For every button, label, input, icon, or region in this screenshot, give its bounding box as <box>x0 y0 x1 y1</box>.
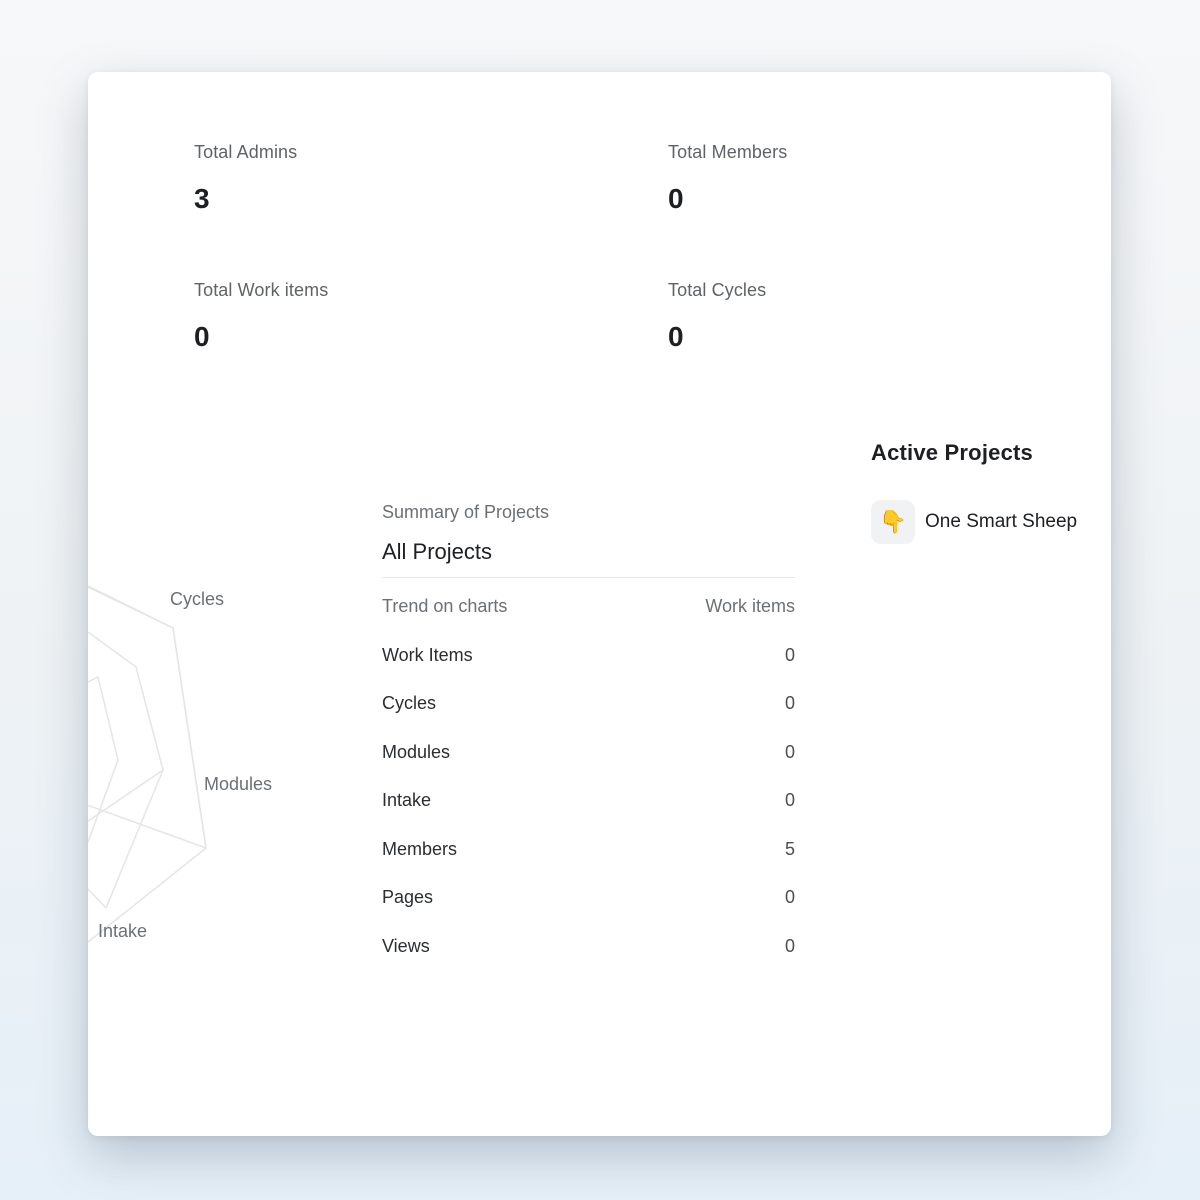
stat-value: 3 <box>194 183 210 214</box>
stat-value: 0 <box>194 321 210 352</box>
summary-row-label: Cycles <box>382 693 437 714</box>
summary-row-value: 0 <box>784 790 795 811</box>
summary-caption: Summary of Projects <box>382 502 550 522</box>
summary-row: Modules 0 <box>382 728 795 777</box>
summary-row-label: Intake <box>382 790 432 811</box>
radar-label-intake: Intake <box>98 921 147 941</box>
summary-header-left: Trend on charts <box>382 596 508 616</box>
summary-row: Pages 0 <box>382 874 795 923</box>
summary-row-label: Pages <box>382 887 434 908</box>
summary-row-value: 0 <box>784 693 795 714</box>
summary-row: Cycles 0 <box>382 680 795 729</box>
radar-chart: Cycles Modules Intake <box>88 585 272 942</box>
stat-total-cycles: Total Cycles 0 <box>668 280 766 353</box>
summary-row: Intake 0 <box>382 777 795 826</box>
summary-header: Trend on charts Work items <box>382 596 795 617</box>
summary-row-value: 0 <box>784 741 795 762</box>
project-item[interactable]: 👇 One Smart Sheep <box>871 500 1077 544</box>
radar-label-cycles: Cycles <box>170 589 224 609</box>
summary-header-right: Work items <box>705 596 795 616</box>
summary-row: Members 5 <box>382 825 795 874</box>
summary-row-label: Work Items <box>382 644 473 665</box>
summary-row-label: Views <box>382 935 430 956</box>
radar-grid <box>88 585 207 942</box>
stat-value: 0 <box>668 321 684 352</box>
summary-row-value: 5 <box>784 838 795 859</box>
summary-row: Work Items 0 <box>382 631 795 680</box>
radar-label-modules: Modules <box>204 774 272 794</box>
stat-label: Total Members <box>668 142 788 162</box>
summary-row-label: Members <box>382 838 458 859</box>
project-emoji-icon: 👇 <box>871 500 915 544</box>
summary-row: Views 0 <box>382 922 795 971</box>
stat-total-members: Total Members 0 <box>668 142 787 215</box>
stat-total-admins: Total Admins 3 <box>194 142 297 215</box>
stat-label: Total Cycles <box>668 280 767 300</box>
active-projects-title: Active Projects <box>871 440 1033 465</box>
summary-row-value: 0 <box>784 887 795 908</box>
stat-label: Total Work items <box>194 280 329 300</box>
summary-rows: Work Items 0 Cycles 0 Modules 0 Intake 0… <box>382 631 795 971</box>
project-name: One Smart Sheep <box>925 511 1078 532</box>
stat-value: 0 <box>668 183 684 214</box>
summary-row-label: Modules <box>382 741 451 762</box>
stat-total-work-items: Total Work items 0 <box>194 280 328 353</box>
summary-of-projects: Summary of Projects All Projects Trend o… <box>382 502 795 971</box>
summary-title[interactable]: All Projects <box>382 539 795 578</box>
active-projects: Active Projects 👇 One Smart Sheep <box>871 440 1077 544</box>
stat-label: Total Admins <box>194 142 298 162</box>
summary-row-value: 0 <box>784 644 795 665</box>
summary-row-value: 0 <box>784 935 795 956</box>
dashboard-card: Total Admins 3 Total Members 0 Total Wor… <box>88 72 1111 1136</box>
